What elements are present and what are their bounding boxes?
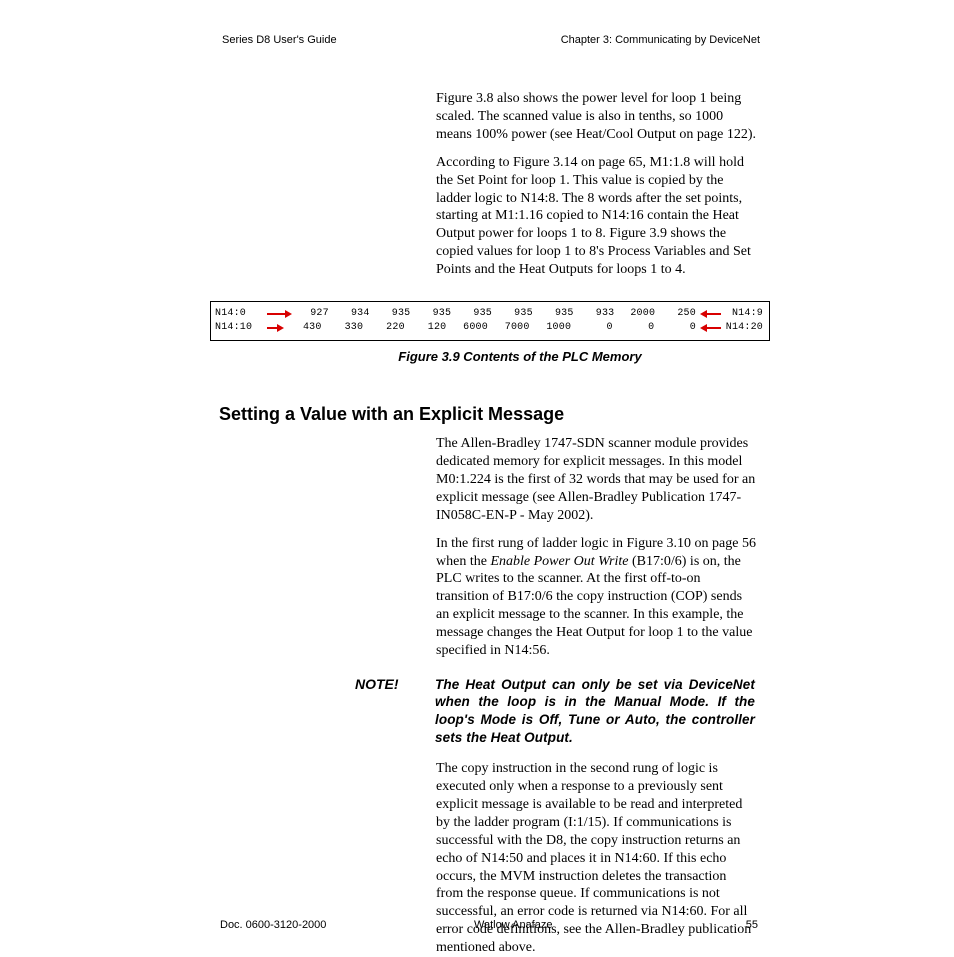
cell: 935 bbox=[496, 307, 537, 321]
arrow-left-icon bbox=[700, 310, 707, 318]
arrow-line bbox=[267, 327, 277, 329]
footer-doc-id: Doc. 0600-3120-2000 bbox=[220, 919, 464, 931]
text: (B17:0/6) is on, the PLC writes to the s… bbox=[436, 554, 752, 659]
paragraph: According to Figure 3.14 on page 65, M1:… bbox=[436, 154, 756, 279]
paragraph: Figure 3.8 also shows the power level fo… bbox=[436, 90, 756, 144]
emphasis: Enable Power Out Write bbox=[490, 554, 628, 569]
arrow-left-icon bbox=[700, 324, 707, 332]
row-label-left: N14:0 bbox=[215, 307, 267, 321]
page: Series D8 User's Guide Chapter 3: Commun… bbox=[0, 0, 954, 954]
note-label: NOTE! bbox=[355, 676, 435, 746]
table-row: N14:10 430 330 220 120 6000 7000 1000 0 … bbox=[215, 321, 763, 335]
plc-memory-table: N14:0 927 934 935 935 935 935 935 933 20… bbox=[210, 301, 770, 341]
page-footer: Doc. 0600-3120-2000 Watlow Anafaze 55 bbox=[0, 919, 954, 931]
cell: 120 bbox=[409, 321, 451, 335]
cell: 250 bbox=[659, 307, 700, 321]
cell: 7000 bbox=[492, 321, 534, 335]
cell: 1000 bbox=[534, 321, 576, 335]
note-block: NOTE! The Heat Output can only be set vi… bbox=[355, 676, 755, 746]
arrow-line bbox=[707, 313, 721, 315]
cell: 6000 bbox=[450, 321, 492, 335]
figure-caption: Figure 3.9 Contents of the PLC Memory bbox=[210, 349, 770, 364]
figure-3-9: N14:0 927 934 935 935 935 935 935 933 20… bbox=[210, 301, 770, 364]
cell: 927 bbox=[292, 307, 333, 321]
header-right: Chapter 3: Communicating by DeviceNet bbox=[561, 34, 760, 46]
cell: 934 bbox=[333, 307, 374, 321]
paragraph: The Allen-Bradley 1747-SDN scanner modul… bbox=[436, 435, 756, 525]
cell: 2000 bbox=[618, 307, 659, 321]
section-heading: Setting a Value with an Explicit Message bbox=[219, 404, 954, 425]
cell: 0 bbox=[658, 321, 700, 335]
cell: 935 bbox=[455, 307, 496, 321]
row-values: 430 330 220 120 6000 7000 1000 0 0 0 bbox=[284, 321, 700, 335]
footer-brand: Watlow Anafaze bbox=[464, 919, 718, 931]
cell: 935 bbox=[374, 307, 415, 321]
cell: 0 bbox=[575, 321, 617, 335]
arrow-right-icon bbox=[277, 324, 284, 332]
body-column: Figure 3.8 also shows the power level fo… bbox=[436, 90, 756, 279]
paragraph: In the first rung of ladder logic in Fig… bbox=[436, 535, 756, 660]
page-header: Series D8 User's Guide Chapter 3: Commun… bbox=[0, 34, 954, 46]
cell: 935 bbox=[537, 307, 578, 321]
row-label-left: N14:10 bbox=[215, 321, 267, 335]
table-row: N14:0 927 934 935 935 935 935 935 933 20… bbox=[215, 307, 763, 321]
header-left: Series D8 User's Guide bbox=[222, 34, 337, 46]
row-values: 927 934 935 935 935 935 935 933 2000 250 bbox=[292, 307, 700, 321]
body-column: The Allen-Bradley 1747-SDN scanner modul… bbox=[436, 435, 756, 660]
arrow-line bbox=[267, 313, 285, 315]
row-label-right: N14:9 bbox=[721, 307, 763, 321]
cell: 330 bbox=[326, 321, 368, 335]
cell: 220 bbox=[367, 321, 409, 335]
note-text: The Heat Output can only be set via Devi… bbox=[435, 676, 755, 746]
cell: 935 bbox=[414, 307, 455, 321]
cell: 430 bbox=[284, 321, 326, 335]
cell: 0 bbox=[617, 321, 659, 335]
cell: 933 bbox=[578, 307, 619, 321]
arrow-line bbox=[707, 327, 721, 329]
footer-page-number: 55 bbox=[718, 919, 758, 931]
arrow-right-icon bbox=[285, 310, 292, 318]
row-label-right: N14:20 bbox=[721, 321, 763, 335]
